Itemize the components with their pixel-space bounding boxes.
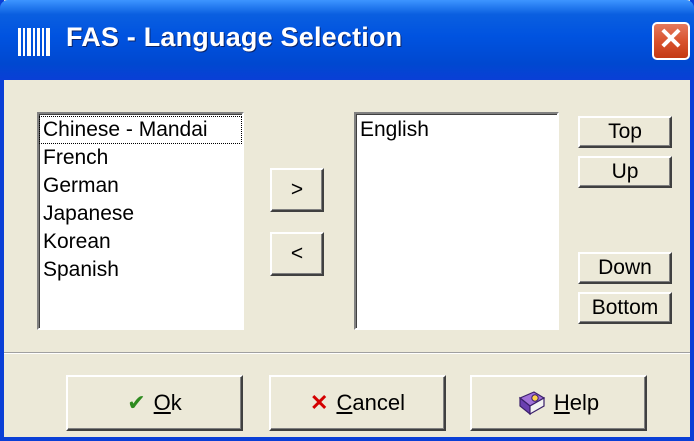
list-item[interactable]: Chinese - Mandai: [39, 116, 242, 144]
list-item[interactable]: Korean: [39, 228, 242, 256]
list-item[interactable]: French: [39, 144, 242, 172]
move-top-label: Top: [608, 120, 642, 143]
ok-label: Ok: [153, 390, 182, 415]
available-languages-list[interactable]: Chinese - Mandai French German Japanese Kore…: [37, 112, 244, 330]
cancel-label: Cancel: [336, 390, 405, 415]
barcode-icon: [18, 26, 54, 58]
remove-language-button[interactable]: <: [270, 232, 324, 276]
selected-languages-list[interactable]: English: [354, 112, 559, 330]
list-item[interactable]: Spanish: [39, 256, 242, 284]
move-bottom-button[interactable]: Bottom: [578, 292, 672, 324]
checkmark-icon: ✔: [127, 390, 146, 415]
list-item[interactable]: German: [39, 172, 242, 200]
help-label: Help: [553, 390, 600, 415]
x-icon: ✕: [310, 390, 329, 415]
footer-separator: [4, 352, 690, 354]
dialog-window: FAS - Language Selection ✕ Chinese - Man…: [0, 0, 694, 441]
move-down-button[interactable]: Down: [578, 252, 672, 284]
add-language-button[interactable]: >: [270, 168, 324, 212]
close-icon: ✕: [658, 23, 684, 56]
add-language-label: >: [290, 178, 304, 201]
move-up-label: Up: [611, 160, 639, 183]
move-top-button[interactable]: Top: [578, 116, 672, 148]
cancel-button[interactable]: ✕ Cancel: [269, 375, 446, 431]
ok-button[interactable]: ✔ Ok: [66, 375, 243, 431]
list-item[interactable]: Japanese: [39, 200, 242, 228]
help-button[interactable]: Help: [470, 375, 647, 431]
move-up-button[interactable]: Up: [578, 156, 672, 188]
help-book-icon: [518, 390, 546, 416]
list-item[interactable]: English: [356, 116, 557, 144]
move-down-label: Down: [598, 256, 652, 279]
remove-language-label: <: [290, 242, 304, 265]
close-button[interactable]: ✕: [652, 22, 690, 60]
window-title: FAS - Language Selection: [66, 22, 403, 52]
title-bar[interactable]: FAS - Language Selection ✕: [0, 0, 694, 80]
move-bottom-label: Bottom: [591, 296, 659, 319]
